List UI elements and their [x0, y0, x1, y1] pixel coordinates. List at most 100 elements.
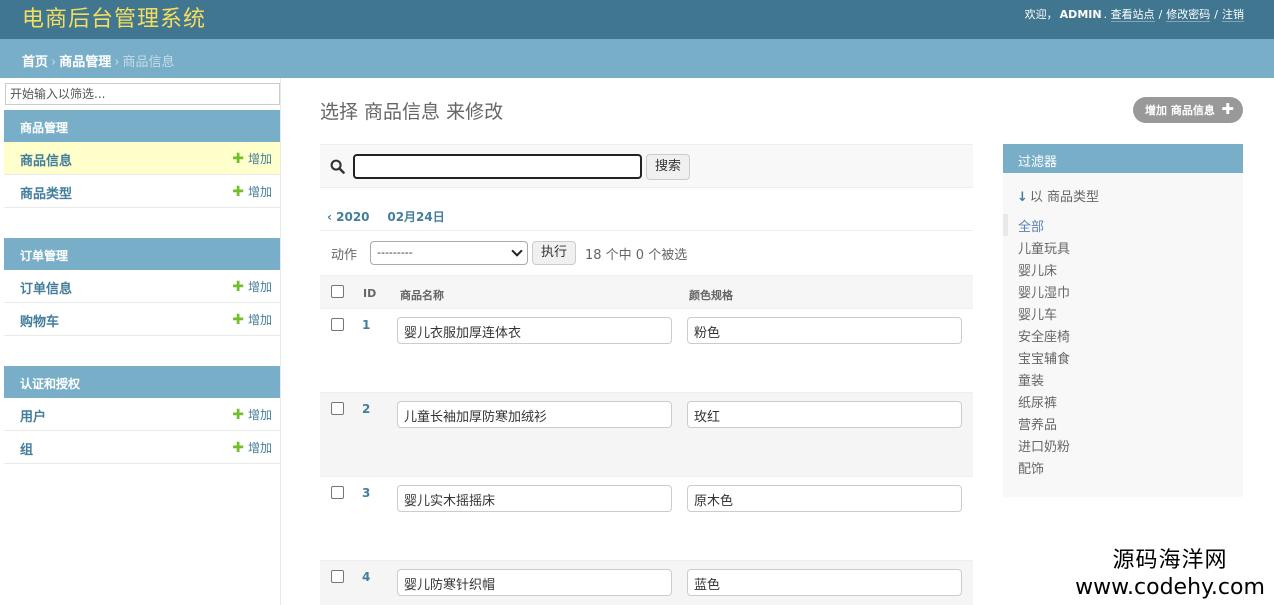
separator: /	[1214, 8, 1218, 21]
module-order-management: 订单管理 订单信息 ✚ 增加 购物车 ✚ 增加	[4, 238, 280, 336]
action-go-button[interactable]: 执行	[532, 241, 576, 265]
color-spec-field[interactable]: 粉色	[687, 317, 962, 344]
add-button-label: 增加 商品信息	[1145, 104, 1215, 117]
table-header: ID 商品名称 颜色规格	[320, 275, 973, 309]
row-id-link[interactable]: 1	[362, 318, 370, 332]
search-input[interactable]	[353, 154, 642, 179]
sidebar-item-cart[interactable]: 购物车 ✚ 增加	[4, 303, 280, 336]
filter-item[interactable]: 婴儿湿巾	[1003, 280, 1243, 302]
filter-item[interactable]: 配饰	[1003, 456, 1243, 478]
sidebar-filter-input[interactable]: 开始输入以筛选...	[5, 83, 280, 105]
sidebar-add-link[interactable]: ✚ 增加	[232, 150, 272, 167]
sidebar-item-label[interactable]: 组	[20, 443, 33, 458]
plus-icon: ✚	[1221, 100, 1234, 118]
logout-link[interactable]: 注销	[1222, 8, 1244, 22]
action-select[interactable]: ---------	[370, 241, 528, 265]
row-checkbox[interactable]	[331, 402, 344, 415]
table-row: 1 婴儿衣服加厚连体衣 粉色	[320, 309, 973, 393]
select-all-checkbox[interactable]	[331, 285, 344, 298]
site-title[interactable]: 电商后台管理系统	[22, 1, 206, 33]
table-row: 2 儿童长袖加厚防寒加绒衫 玫红	[320, 393, 973, 477]
add-product-button[interactable]: 增加 商品信息 ✚	[1133, 97, 1243, 123]
filter-item[interactable]: 安全座椅	[1003, 324, 1243, 346]
module-caption[interactable]: 商品管理	[4, 110, 280, 142]
plus-icon: ✚	[232, 151, 244, 167]
sidebar-add-link[interactable]: ✚ 增加	[232, 183, 272, 200]
filter-item[interactable]: 宝宝辅食	[1003, 346, 1243, 368]
sidebar-item-order-info[interactable]: 订单信息 ✚ 增加	[4, 270, 280, 303]
sidebar-add-link[interactable]: ✚ 增加	[232, 311, 272, 328]
table-row: 4 婴儿防寒针织帽 蓝色	[320, 561, 973, 605]
row-id-link[interactable]: 4	[362, 570, 370, 584]
row-checkbox[interactable]	[331, 570, 344, 583]
date-back-link[interactable]: ‹ 2020	[327, 210, 370, 224]
filter-item[interactable]: 进口奶粉	[1003, 434, 1243, 456]
breadcrumb-current: 商品信息	[122, 55, 175, 70]
plus-icon: ✚	[232, 407, 244, 423]
sidebar-item-label[interactable]: 订单信息	[20, 282, 72, 297]
sidebar-item-groups[interactable]: 组 ✚ 增加	[4, 431, 280, 464]
table-row: 3 婴儿实木摇摇床 原木色	[320, 477, 973, 561]
filter-item[interactable]: 儿童玩具	[1003, 236, 1243, 258]
sidebar-item-label[interactable]: 购物车	[20, 315, 59, 330]
search-bar: 搜索	[320, 144, 973, 188]
sidebar-item-label[interactable]: 商品信息	[20, 154, 72, 169]
search-button[interactable]: 搜索	[646, 154, 690, 180]
header-bar: 电商后台管理系统 欢迎， ADMIN. 查看站点 / 修改密码 / 注销	[0, 0, 1274, 39]
filter-item[interactable]: 婴儿床	[1003, 258, 1243, 280]
column-header-name[interactable]: 商品名称	[400, 287, 444, 303]
filter-item-all[interactable]: 全部	[1003, 214, 1243, 236]
change-password-link[interactable]: 修改密码	[1166, 8, 1211, 22]
filter-item[interactable]: 纸尿裤	[1003, 390, 1243, 412]
module-caption[interactable]: 订单管理	[4, 238, 280, 270]
row-checkbox[interactable]	[331, 486, 344, 499]
welcome-text: 欢迎，	[1024, 8, 1058, 21]
color-spec-field[interactable]: 原木色	[687, 485, 962, 512]
filter-by-heading: ↓ 以 商品类型	[1017, 186, 1099, 205]
breadcrumb-home[interactable]: 首页	[22, 55, 48, 70]
separator: /	[1158, 8, 1163, 21]
color-spec-field[interactable]: 蓝色	[687, 569, 962, 596]
row-checkbox[interactable]	[331, 318, 344, 331]
sidebar-add-link[interactable]: ✚ 增加	[232, 439, 272, 456]
column-header-id[interactable]: ID	[363, 287, 376, 300]
plus-icon: ✚	[232, 440, 244, 456]
add-label: 增加	[247, 408, 272, 422]
sidebar-item-label[interactable]: 用户	[20, 410, 46, 425]
sidebar-item-product-type[interactable]: 商品类型 ✚ 增加	[4, 175, 280, 208]
row-id-link[interactable]: 3	[362, 486, 370, 500]
color-spec-field[interactable]: 玫红	[687, 401, 962, 428]
breadcrumb-app[interactable]: 商品管理	[59, 55, 111, 70]
filter-title: 过滤器	[1003, 144, 1243, 173]
filter-item[interactable]: 童装	[1003, 368, 1243, 390]
module-caption[interactable]: 认证和授权	[4, 366, 280, 398]
add-label: 增加	[247, 185, 272, 199]
view-site-link[interactable]: 查看站点	[1110, 8, 1155, 22]
sidebar-add-link[interactable]: ✚ 增加	[232, 278, 272, 295]
sidebar-item-label[interactable]: 商品类型	[20, 187, 72, 202]
filter-panel: 过滤器 ↓ 以 商品类型 全部 儿童玩具 婴儿床 婴儿湿巾 婴儿车 安全座椅 宝宝…	[1003, 144, 1243, 497]
sidebar-item-users[interactable]: 用户 ✚ 增加	[4, 398, 280, 431]
sidebar-add-link[interactable]: ✚ 增加	[232, 406, 272, 423]
module-product-management: 商品管理 商品信息 ✚ 增加 商品类型 ✚ 增加	[4, 110, 280, 208]
date-day-link[interactable]: 02月24日	[387, 210, 444, 224]
filter-list: 全部 儿童玩具 婴儿床 婴儿湿巾 婴儿车 安全座椅 宝宝辅食 童装 纸尿裤 营养…	[1003, 214, 1243, 478]
add-label: 增加	[247, 313, 272, 327]
product-name-field[interactable]: 儿童长袖加厚防寒加绒衫	[397, 401, 672, 428]
arrow-down-icon: ↓	[1017, 190, 1028, 205]
filter-item[interactable]: 婴儿车	[1003, 302, 1243, 324]
search-icon	[330, 159, 345, 174]
username-dot: .	[1103, 8, 1108, 21]
plus-icon: ✚	[232, 184, 244, 200]
product-name-field[interactable]: 婴儿防寒针织帽	[397, 569, 672, 596]
username: ADMIN	[1059, 8, 1102, 21]
action-label: 动作	[331, 248, 358, 263]
product-name-field[interactable]: 婴儿实木摇摇床	[397, 485, 672, 512]
actions-bar: 动作 --------- 执行 18 个中 0 个被选	[320, 231, 973, 275]
sidebar-item-product-info[interactable]: 商品信息 ✚ 增加	[4, 142, 280, 175]
watermark-title: 源码海洋网	[1112, 548, 1228, 573]
product-name-field[interactable]: 婴儿衣服加厚连体衣	[397, 317, 672, 344]
filter-item[interactable]: 营养品	[1003, 412, 1243, 434]
column-header-color[interactable]: 颜色规格	[689, 287, 733, 303]
row-id-link[interactable]: 2	[362, 402, 370, 416]
